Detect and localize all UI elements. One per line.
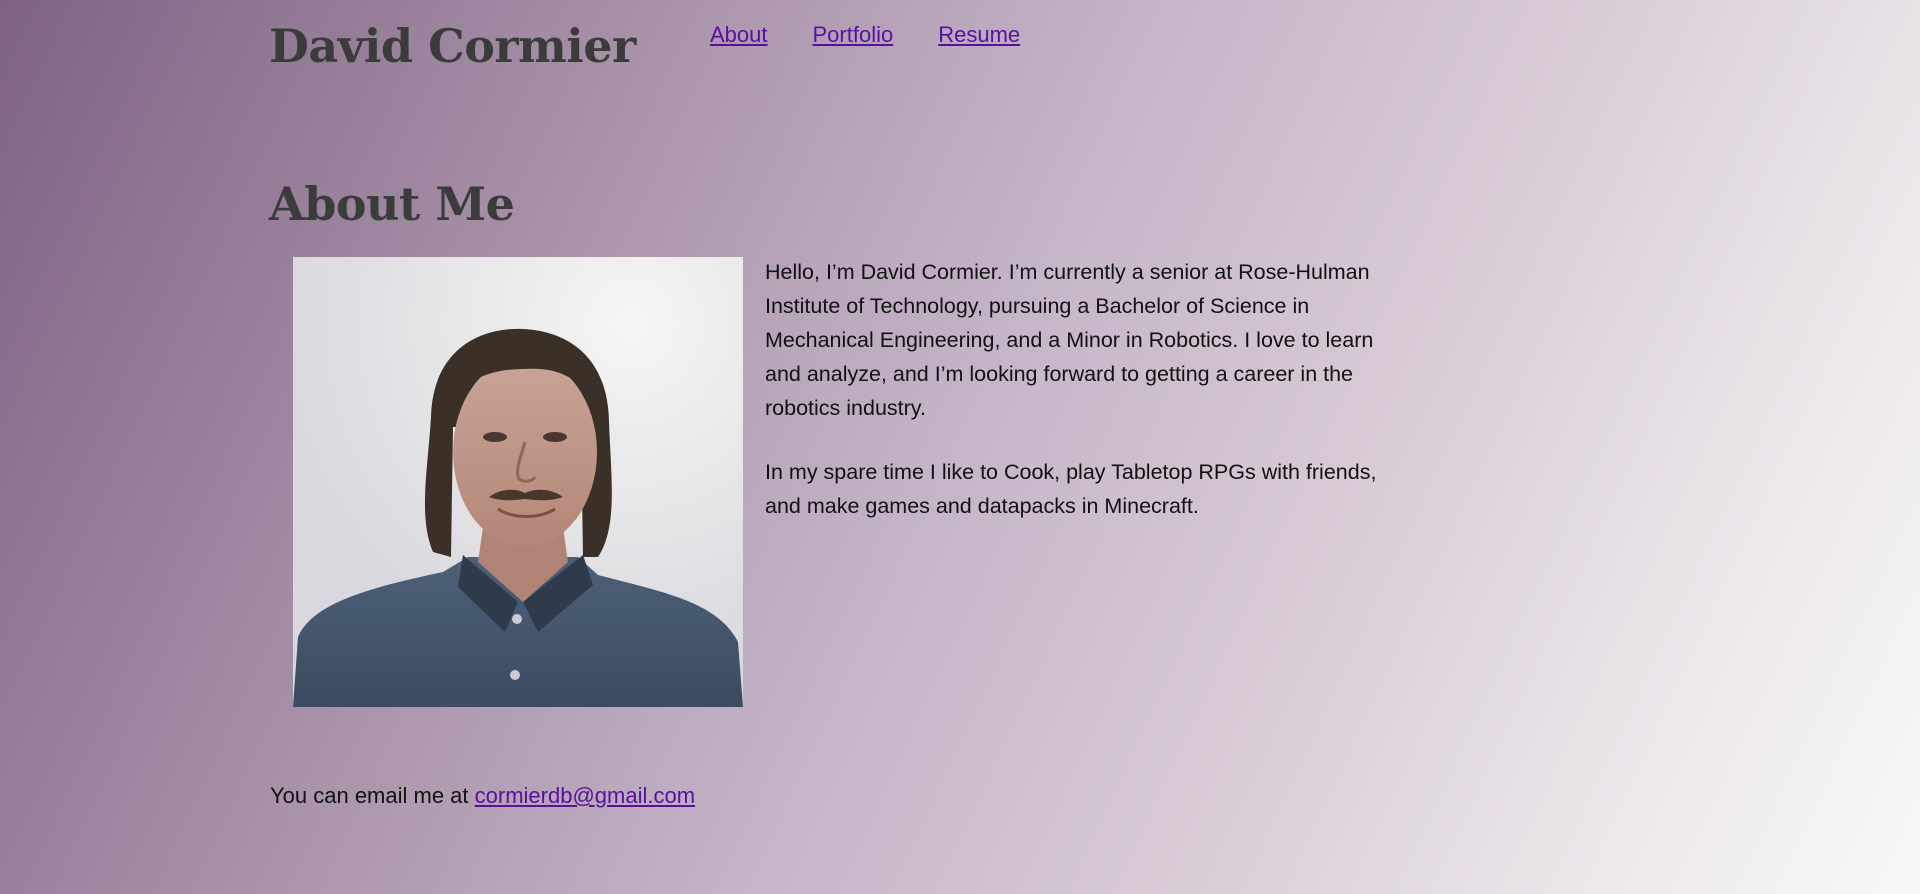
email-link[interactable]: cormierdb@gmail.com (475, 783, 695, 808)
site-title: David Cormier (269, 19, 636, 73)
about-me-heading: About Me (269, 177, 515, 231)
nav-link-about[interactable]: About (710, 22, 768, 48)
nav-link-resume[interactable]: Resume (938, 22, 1020, 48)
portrait-illustration (293, 257, 743, 707)
portrait-photo (293, 257, 743, 707)
nav-link-portfolio[interactable]: Portfolio (813, 22, 894, 48)
bio-paragraph-1: Hello, I’m David Cormier. I’m currently … (765, 260, 1374, 420)
bio-paragraph-2: In my spare time I like to Cook, play Ta… (765, 460, 1377, 518)
contact-line: You can email me at cormierdb@gmail.com (270, 783, 695, 809)
contact-prefix: You can email me at (270, 783, 475, 808)
bio-text: Hello, I’m David Cormier. I’m currently … (765, 255, 1405, 553)
main-nav: About Portfolio Resume (710, 22, 1020, 48)
